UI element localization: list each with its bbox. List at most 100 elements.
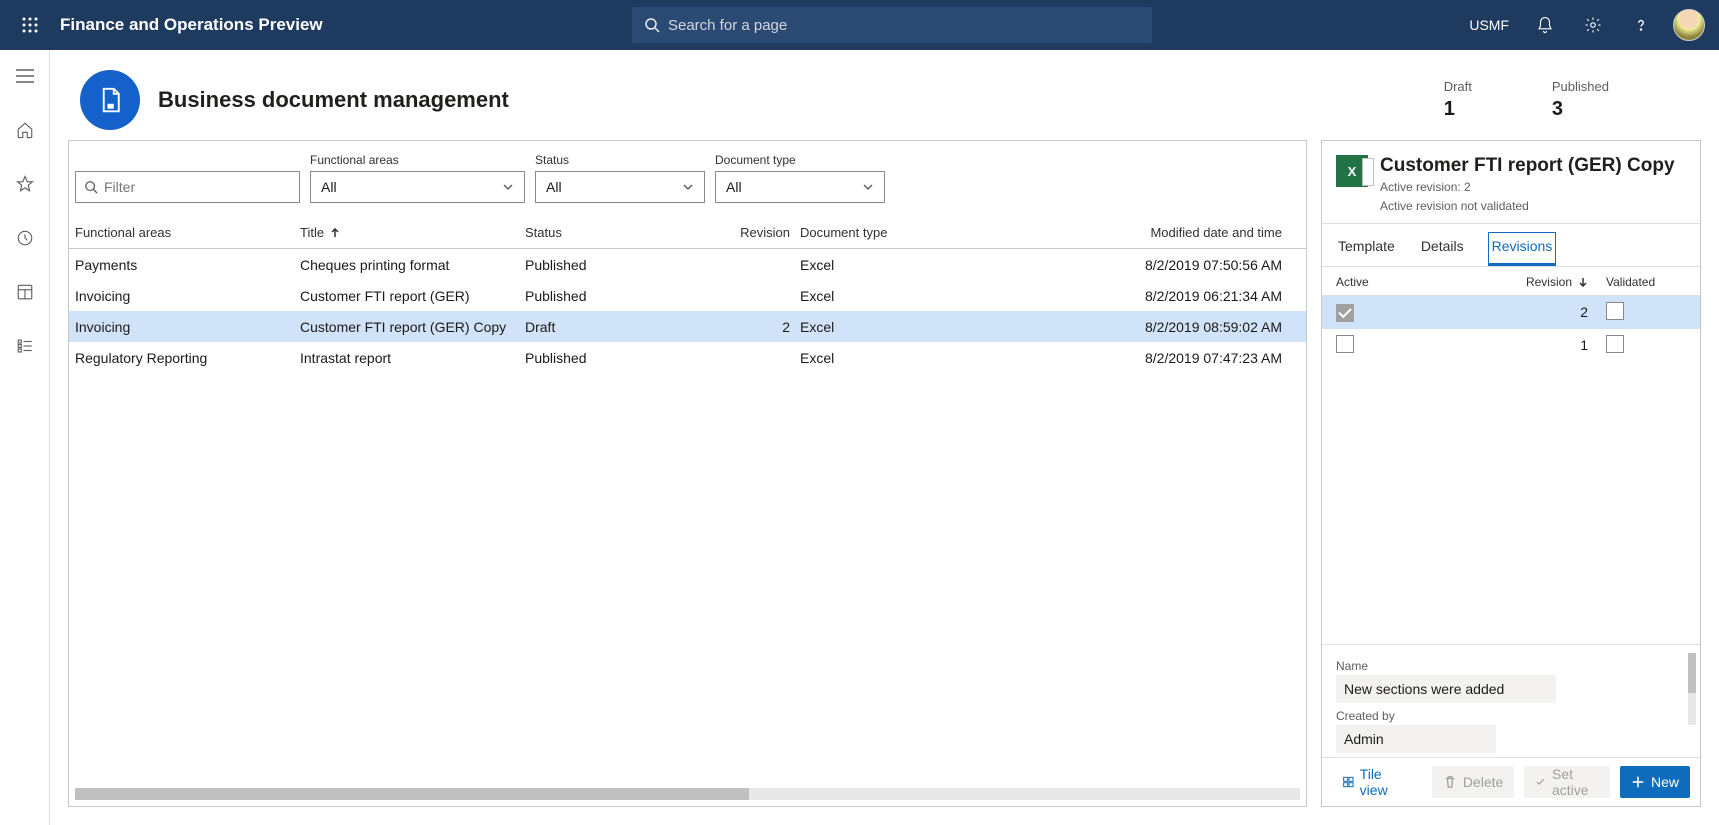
filter-input[interactable] <box>104 179 291 195</box>
page-icon-document <box>80 70 140 130</box>
app-title: Finance and Operations Preview <box>60 15 323 35</box>
rev-col-active[interactable]: Active <box>1336 275 1456 289</box>
detail-panel: X Customer FTI report (GER) Copy Active … <box>1321 140 1701 807</box>
stat-published-label: Published <box>1552 79 1609 94</box>
stat-published: Published 3 <box>1552 79 1609 121</box>
created-by-field[interactable]: Admin <box>1336 725 1496 753</box>
rev-col-revision[interactable]: Revision <box>1456 275 1606 289</box>
set-active-label: Set active <box>1552 766 1599 798</box>
col-status[interactable]: Status <box>525 225 740 240</box>
col-functional-areas[interactable]: Functional areas <box>75 225 300 240</box>
col-title[interactable]: Title <box>300 225 525 240</box>
cell-modified: 8/2/2019 07:50:56 AM <box>965 257 1300 273</box>
topbar: Finance and Operations Preview USMF <box>0 0 1719 50</box>
trash-icon <box>1443 775 1457 789</box>
hamburger-icon[interactable] <box>9 60 41 92</box>
cell-modified: 8/2/2019 06:21:34 AM <box>965 288 1300 304</box>
modules-icon[interactable] <box>9 330 41 362</box>
cell-status: Published <box>525 257 740 273</box>
col-modified[interactable]: Modified date and time <box>965 225 1300 240</box>
search-input[interactable] <box>668 17 1140 34</box>
functional-areas-dropdown[interactable]: All <box>310 171 525 203</box>
table-row[interactable]: PaymentsCheques printing formatPublished… <box>69 249 1306 280</box>
app-launcher-icon[interactable] <box>10 5 50 45</box>
active-checkbox[interactable] <box>1336 304 1354 322</box>
new-button[interactable]: New <box>1620 766 1690 798</box>
stat-published-value: 3 <box>1552 98 1609 121</box>
cell-modified: 8/2/2019 08:59:02 AM <box>965 319 1300 335</box>
col-title-label: Title <box>300 225 324 240</box>
validated-checkbox[interactable] <box>1606 302 1624 320</box>
created-by-label: Created by <box>1336 709 1686 723</box>
name-label: Name <box>1336 659 1686 673</box>
global-search[interactable] <box>632 7 1152 43</box>
avatar-image <box>1673 9 1705 41</box>
table-row[interactable]: Regulatory ReportingIntrastat reportPubl… <box>69 342 1306 373</box>
validated-checkbox[interactable] <box>1606 335 1624 353</box>
delete-button: Delete <box>1432 766 1514 798</box>
legal-entity[interactable]: USMF <box>1461 17 1517 33</box>
status-dropdown[interactable]: All <box>535 171 705 203</box>
rev-active-cell <box>1336 302 1456 322</box>
excel-icon: X <box>1336 155 1368 187</box>
tile-view-icon <box>1343 775 1354 789</box>
chevron-down-icon <box>682 181 694 193</box>
cell-functional-area: Regulatory Reporting <box>75 350 300 366</box>
cell-modified: 8/2/2019 07:47:23 AM <box>965 350 1300 366</box>
user-avatar[interactable] <box>1669 5 1709 45</box>
filter-icon <box>84 180 98 194</box>
functional-areas-value: All <box>321 179 337 195</box>
notifications-icon[interactable] <box>1525 5 1565 45</box>
name-field[interactable]: New sections were added <box>1336 675 1556 703</box>
rev-col-revision-label: Revision <box>1526 275 1572 289</box>
page-header: Business document management Draft 1 Pub… <box>50 50 1719 140</box>
rev-active-cell <box>1336 335 1456 356</box>
plus-icon <box>1631 775 1645 789</box>
filter-box[interactable] <box>75 171 300 203</box>
sort-desc-icon <box>1578 277 1588 287</box>
col-document-type[interactable]: Document type <box>800 225 965 240</box>
tab-revisions[interactable]: Revisions <box>1488 232 1557 266</box>
home-icon[interactable] <box>9 114 41 146</box>
revisions-grid-header: Active Revision Validated <box>1322 267 1700 296</box>
detail-active-revision: Active revision: 2 <box>1380 179 1675 196</box>
recent-icon[interactable] <box>9 222 41 254</box>
documents-panel: Functional areas All Status All <box>68 140 1307 807</box>
grid-body: PaymentsCheques printing formatPublished… <box>69 249 1306 788</box>
horizontal-scrollbar[interactable] <box>75 788 1300 800</box>
vertical-scrollbar[interactable] <box>1688 653 1696 725</box>
gear-icon[interactable] <box>1573 5 1613 45</box>
revision-row[interactable]: 1 <box>1322 329 1700 362</box>
active-checkbox[interactable] <box>1336 335 1354 353</box>
cell-status: Draft <box>525 319 740 335</box>
cell-revision: 2 <box>740 319 800 335</box>
tile-view-button[interactable]: Tile view <box>1332 766 1412 798</box>
left-nav-rail <box>0 50 50 825</box>
grid-header: Functional areas Title Status Revision D… <box>69 217 1306 249</box>
detail-action-bar: Tile view Delete Set active New <box>1322 757 1700 806</box>
scrollbar-thumb[interactable] <box>75 788 749 800</box>
tab-template[interactable]: Template <box>1336 232 1397 266</box>
rev-col-validated[interactable]: Validated <box>1606 275 1686 289</box>
col-revision[interactable]: Revision <box>740 225 800 240</box>
chevron-down-icon <box>502 181 514 193</box>
status-label: Status <box>535 153 705 167</box>
new-label: New <box>1651 774 1679 790</box>
table-row[interactable]: InvoicingCustomer FTI report (GER) CopyD… <box>69 311 1306 342</box>
help-icon[interactable] <box>1621 5 1661 45</box>
revision-row[interactable]: 2 <box>1322 296 1700 329</box>
document-type-dropdown[interactable]: All <box>715 171 885 203</box>
table-row[interactable]: InvoicingCustomer FTI report (GER)Publis… <box>69 280 1306 311</box>
search-icon <box>644 17 660 33</box>
scrollbar-thumb[interactable] <box>1688 653 1696 693</box>
cell-title: Intrastat report <box>300 350 525 366</box>
chevron-down-icon <box>862 181 874 193</box>
delete-label: Delete <box>1463 774 1503 790</box>
tab-details[interactable]: Details <box>1419 232 1466 266</box>
rev-validated-cell <box>1606 335 1686 356</box>
favorites-icon[interactable] <box>9 168 41 200</box>
cell-status: Published <box>525 350 740 366</box>
workspaces-icon[interactable] <box>9 276 41 308</box>
cell-title: Customer FTI report (GER) Copy <box>300 319 525 335</box>
status-value: All <box>546 179 562 195</box>
